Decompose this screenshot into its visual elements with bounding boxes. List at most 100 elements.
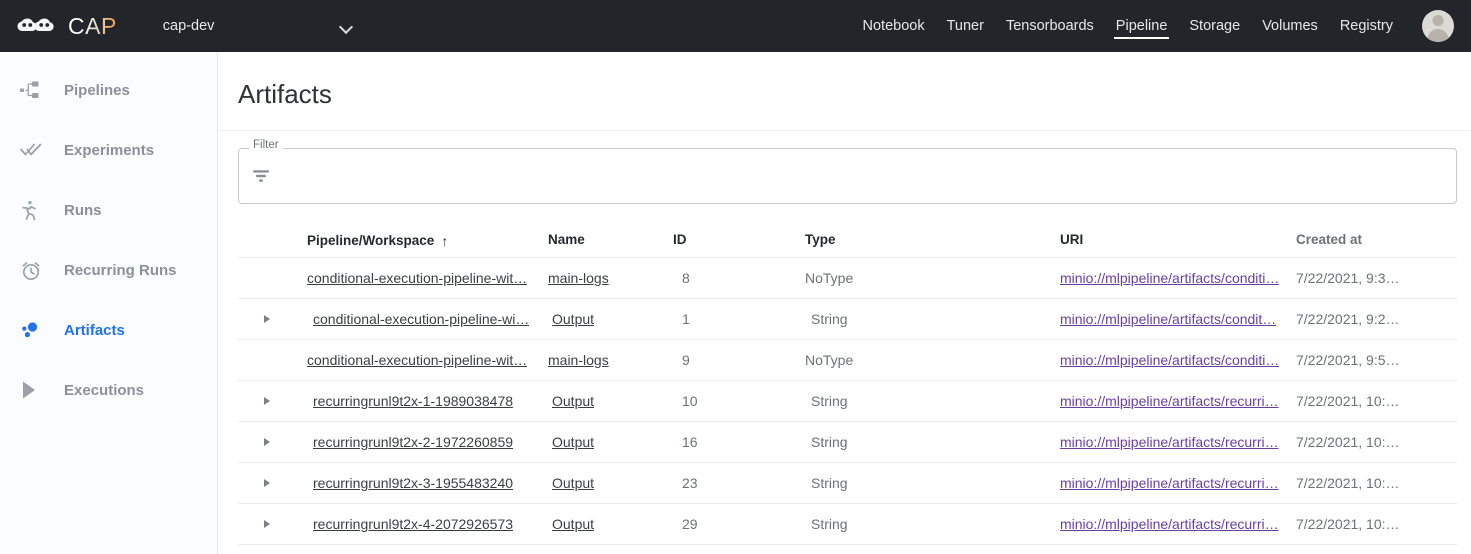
artifact-name-link[interactable]: Output (552, 311, 594, 327)
sort-ascending-icon: ↑ (441, 232, 449, 249)
sidebar-item-label: Runs (64, 201, 102, 219)
cell-type: String (811, 475, 848, 491)
chevron-down-icon (340, 22, 353, 30)
expand-row-icon[interactable] (264, 397, 270, 405)
artifact-name-link[interactable]: Output (552, 475, 594, 491)
column-header-pipeline-workspace[interactable]: Pipeline/Workspace ↑ (296, 232, 548, 249)
double-check-icon (20, 143, 50, 157)
expand-row-icon[interactable] (264, 520, 270, 528)
uri-link[interactable]: minio://mlpipeline/artifacts/recurri… (1060, 434, 1279, 450)
nav-item-tuner[interactable]: Tuner (936, 0, 995, 52)
table-row[interactable]: conditional-execution-pipeline-wit… main… (238, 258, 1457, 299)
cell-uri: minio://mlpipeline/artifacts/condit… (1047, 311, 1295, 327)
filter-field[interactable]: Filter (238, 139, 1457, 204)
cell-pipeline-workspace: recurringrunl9t2x-3-1955483240 (296, 475, 548, 491)
cell-uri: minio://mlpipeline/artifacts/recurri… (1047, 475, 1295, 491)
cell-name: main-logs (548, 352, 671, 368)
uri-link[interactable]: minio://mlpipeline/artifacts/condit… (1060, 311, 1276, 327)
expand-row-icon[interactable] (264, 438, 270, 446)
main-content: Artifacts Filter Pipeline/Workspace ↑ Nam… (219, 52, 1471, 554)
column-header-created-at[interactable]: Created at (1295, 232, 1457, 247)
sidebar-item-pipelines[interactable]: Pipelines (0, 70, 217, 110)
cell-name: main-logs (548, 270, 671, 286)
nav-item-volumes[interactable]: Volumes (1251, 0, 1329, 52)
cell-pipeline-workspace: recurringrunl9t2x-2-1972260859 (296, 434, 548, 450)
nav-item-tensorboards[interactable]: Tensorboards (995, 0, 1105, 52)
cell-created-at: 7/22/2021, 10:… (1296, 434, 1400, 450)
pipeline-link[interactable]: recurringrunl9t2x-2-1972260859 (313, 434, 513, 450)
pipeline-link[interactable]: recurringrunl9t2x-1-1989038478 (313, 393, 513, 409)
cell-name: Output (548, 434, 671, 450)
page-title: Artifacts (238, 79, 332, 109)
cell-name: Output (548, 475, 671, 491)
nav-item-registry[interactable]: Registry (1329, 0, 1404, 52)
filter-icon (251, 168, 271, 184)
cell-uri: minio://mlpipeline/artifacts/recurri… (1047, 393, 1295, 409)
row-toggle-cell[interactable] (238, 315, 296, 323)
sidebar-item-label: Recurring Runs (64, 261, 177, 279)
sidebar-item-label: Pipelines (64, 81, 130, 99)
column-header-uri[interactable]: URI (1047, 232, 1295, 247)
table-row[interactable]: conditional-execution-pipeline-wit… main… (238, 340, 1457, 381)
column-header-type[interactable]: Type (803, 232, 1047, 247)
nav-item-pipeline[interactable]: Pipeline (1105, 0, 1179, 52)
uri-link[interactable]: minio://mlpipeline/artifacts/conditi… (1060, 270, 1279, 286)
brand-logo[interactable]: CAP (16, 13, 117, 39)
row-toggle-cell[interactable] (238, 520, 296, 528)
table-row[interactable]: recurringrunl9t2x-2-1972260859 Output 16… (238, 422, 1457, 463)
table-row[interactable]: conditional-execution-pipeline-wi… Outpu… (238, 299, 1457, 340)
pipeline-link[interactable]: recurringrunl9t2x-4-2072926573 (313, 516, 513, 532)
table-row[interactable]: recurringrunl9t2x-4-2072926573 Output 29… (238, 504, 1457, 545)
artifact-name-link[interactable]: main-logs (548, 270, 609, 286)
nav-item-notebook[interactable]: Notebook (852, 0, 936, 52)
pipeline-link[interactable]: conditional-execution-pipeline-wi… (313, 311, 529, 327)
uri-link[interactable]: minio://mlpipeline/artifacts/recurri… (1060, 475, 1279, 491)
cell-type: NoType (805, 270, 854, 286)
cell-name: Output (548, 516, 671, 532)
uri-link[interactable]: minio://mlpipeline/artifacts/recurri… (1060, 516, 1279, 532)
cell-created-at: 7/22/2021, 9:3… (1296, 270, 1400, 286)
sidebar-item-runs[interactable]: Runs (0, 190, 217, 230)
row-toggle-cell[interactable] (238, 397, 296, 405)
pipeline-link[interactable]: recurringrunl9t2x-3-1955483240 (313, 475, 513, 491)
pipeline-link[interactable]: conditional-execution-pipeline-wit… (307, 352, 527, 368)
sidebar-item-artifacts[interactable]: Artifacts (0, 310, 217, 350)
sidebar-item-experiments[interactable]: Experiments (0, 130, 217, 170)
brand-name: CAP (68, 12, 117, 39)
namespace-selector[interactable]: cap-dev (163, 6, 359, 46)
cell-type: NoType (805, 352, 854, 368)
title-divider (219, 130, 1471, 131)
cell-name: Output (548, 311, 671, 327)
cell-uri: minio://mlpipeline/artifacts/conditi… (1047, 352, 1295, 368)
column-header-name[interactable]: Name (548, 232, 671, 247)
row-toggle-cell[interactable] (238, 438, 296, 446)
uri-link[interactable]: minio://mlpipeline/artifacts/recurri… (1060, 393, 1279, 409)
cell-id: 16 (682, 434, 698, 450)
cell-created-at: 7/22/2021, 9:5… (1296, 352, 1400, 368)
table-row[interactable]: recurringrunl9t2x-1-1989038478 Output 10… (238, 381, 1457, 422)
artifact-name-link[interactable]: Output (552, 516, 594, 532)
artifacts-dots-icon (20, 321, 50, 339)
artifact-name-link[interactable]: Output (552, 434, 594, 450)
artifact-name-link[interactable]: Output (552, 393, 594, 409)
uri-link[interactable]: minio://mlpipeline/artifacts/conditi… (1060, 352, 1279, 368)
artifacts-table: Pipeline/Workspace ↑ Name ID Type URI Cre… (238, 222, 1457, 545)
cell-uri: minio://mlpipeline/artifacts/recurri… (1047, 516, 1295, 532)
column-header-id[interactable]: ID (671, 232, 803, 247)
nav-item-storage[interactable]: Storage (1178, 0, 1251, 52)
sidebar: Pipelines Experiments Runs Recurring Run… (0, 52, 218, 554)
expand-row-icon[interactable] (264, 479, 270, 487)
expand-row-icon[interactable] (264, 315, 270, 323)
sidebar-item-executions[interactable]: Executions (0, 370, 217, 410)
sidebar-item-label: Artifacts (64, 321, 125, 339)
artifact-name-link[interactable]: main-logs (548, 352, 609, 368)
avatar[interactable] (1422, 10, 1454, 42)
row-toggle-cell[interactable] (238, 479, 296, 487)
sidebar-item-recurring-runs[interactable]: Recurring Runs (0, 250, 217, 290)
table-row[interactable]: recurringrunl9t2x-3-1955483240 Output 23… (238, 463, 1457, 504)
cell-pipeline-workspace: conditional-execution-pipeline-wit… (296, 352, 548, 368)
cell-id: 9 (682, 352, 690, 368)
pipeline-link[interactable]: conditional-execution-pipeline-wit… (307, 270, 527, 286)
filter-input[interactable] (282, 148, 1445, 204)
cap-logo-icon (17, 18, 54, 31)
